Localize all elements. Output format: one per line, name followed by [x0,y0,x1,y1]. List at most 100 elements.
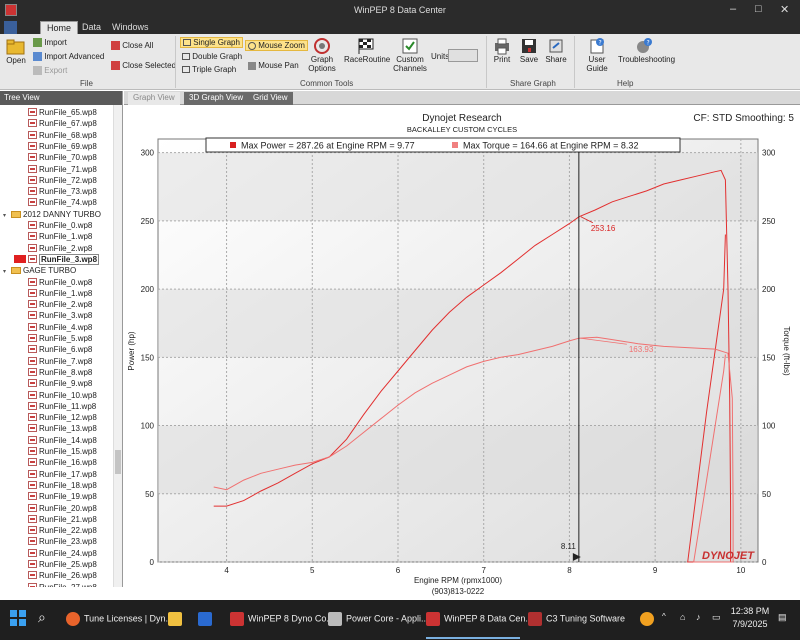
taskbar-item-winpep-dyno[interactable]: WinPEP 8 Dyno Co... [230,612,334,626]
save-button[interactable]: Save [517,37,541,64]
tray-weather-icon[interactable] [640,612,658,626]
custom-channels-button[interactable]: Custom Channels [391,37,429,73]
tray-battery-icon[interactable]: ▭ [712,612,721,623]
tab-grid-view[interactable]: Grid View [248,92,293,105]
user-guide-button[interactable]: ? User Guide [578,37,616,73]
export-button[interactable]: Export [33,66,67,76]
tree-file-item[interactable]: RunFile_6.wp8 [28,345,92,356]
tray-chevron-icon[interactable]: ^ [662,612,666,621]
close-button[interactable]: ✕ [780,3,789,16]
close-selected-button[interactable]: Close Selected [111,61,176,71]
tree-file-item[interactable]: RunFile_2.wp8 [28,300,92,311]
tree-file-item[interactable]: RunFile_67.wp8 [28,119,97,130]
run-file-icon [28,187,37,196]
notification-icon[interactable]: ▤ [778,612,787,623]
import-button[interactable]: Import [33,38,67,48]
tree-file-item[interactable]: RunFile_24.wp8 [28,548,97,560]
tree-file-item[interactable]: RunFile_72.wp8 [28,175,97,187]
tree-file-item[interactable]: RunFile_22.wp8 [28,526,97,537]
tree-scrollbar-thumb[interactable] [115,450,121,474]
taskbar-item-firefox[interactable]: Tune Licenses | Dyn... [66,612,173,626]
tree-file-item[interactable]: RunFile_26.wp8 [28,571,97,582]
tree-file-item[interactable]: RunFile_25.wp8 [28,560,97,571]
tree-file-item[interactable]: RunFile_1.wp8 [28,232,92,243]
tree-file-item[interactable]: RunFile_13.wp8 [28,424,97,435]
tree-file-item[interactable]: RunFile_19.wp8 [28,492,97,503]
single-graph-button[interactable]: Single Graph [180,37,243,48]
tab-graph-view[interactable]: Graph View [128,92,180,105]
tree-file-item[interactable]: RunFile_14.wp8 [28,435,97,447]
tab-home[interactable]: Home [40,21,79,34]
triple-graph-button[interactable]: Triple Graph [182,65,236,74]
tree-file-item[interactable]: RunFile_71.wp8 [28,164,97,176]
import-advanced-button[interactable]: Import Advanced [33,52,104,62]
graph-view[interactable]: Dynojet Research BACKALLEY CUSTOM CYCLES… [124,106,800,596]
tree-file-item[interactable]: RunFile_3.wp8 [28,311,92,322]
double-graph-button[interactable]: Double Graph [182,52,242,61]
tree-item-label: RunFile_22.wp8 [39,526,97,536]
clock[interactable]: 12:38 PM 7/9/2025 [730,606,770,629]
tray-volume-icon[interactable]: ♪ [696,612,701,622]
tree-file-item[interactable]: RunFile_17.wp8 [28,469,97,481]
tree-file-item[interactable]: RunFile_7.wp8 [28,356,92,368]
tree-file-item[interactable]: RunFile_1.wp8 [28,288,92,300]
tree-folder[interactable]: ▾ GAGE TURBO [3,266,76,277]
maximize-button[interactable]: □ [755,3,762,15]
taskbar-item-power-core[interactable]: Power Core - Appli... [328,612,429,626]
tab-3d-graph-view[interactable]: 3D Graph View [184,92,249,105]
tree-file-item[interactable]: RunFile_11.wp8 [28,401,96,413]
tree-file-item[interactable]: RunFile_16.wp8 [28,458,97,469]
tree-folder[interactable]: ▾ 2012 DANNY TURBO [3,210,101,221]
open-button[interactable]: Open [4,38,28,65]
tab-windows[interactable]: Windows [106,21,155,34]
tree-file-item[interactable]: RunFile_15.wp8 [28,447,97,458]
mouse-zoom-button[interactable]: Mouse Zoom [245,40,308,51]
tree-file-item[interactable]: RunFile_65.wp8 [28,108,97,119]
tab-data[interactable]: Data [76,21,107,34]
tree-file-item[interactable]: RunFile_2.wp8 [28,243,92,255]
tree-file-item[interactable]: RunFile_0.wp8 [28,221,92,232]
dyno-chart[interactable]: Dynojet Research BACKALLEY CUSTOM CYCLES… [124,106,800,596]
tree-file-item[interactable]: RunFile_74.wp8 [28,198,97,209]
taskbar-item-winpep-data[interactable]: WinPEP 8 Data Cen... [426,612,533,626]
share-button[interactable]: Share [544,37,568,64]
troubleshooting-button[interactable]: ? Troubleshooting [618,37,675,64]
race-routine-button[interactable]: RaceRoutine [344,37,390,64]
tree-file-item[interactable]: RunFile_73.wp8 [28,187,97,198]
tree-item-label: RunFile_17.wp8 [39,469,97,479]
tree-file-item[interactable]: RunFile_27.wp8 [28,582,97,587]
taskbar-item-c3-tuning[interactable]: C3 Tuning Software [528,612,625,626]
tree-file-item[interactable]: RunFile_10.wp8 [28,390,97,402]
search-icon[interactable]: ⌕ [38,609,46,626]
tree-file-item[interactable]: RunFile_3.wp8 [14,253,100,266]
taskbar-item-app[interactable] [198,612,216,626]
tree-file-item[interactable]: RunFile_9.wp8 [28,379,92,390]
tree-file-item[interactable]: RunFile_18.wp8 [28,480,97,492]
tree-file-item[interactable]: RunFile_20.wp8 [28,503,97,515]
tree-file-item[interactable]: RunFile_0.wp8 [28,277,92,289]
quick-access-icon[interactable] [4,21,17,34]
units-dropdown[interactable] [448,49,478,62]
tree-file-item[interactable]: RunFile_8.wp8 [28,367,92,379]
tree-file-item[interactable]: RunFile_4.wp8 [28,322,92,334]
tree-file-item[interactable]: RunFile_21.wp8 [28,514,97,526]
mouse-pan-button[interactable]: Mouse Pan [248,61,299,70]
svg-text:?: ? [647,40,650,47]
close-all-button[interactable]: Close All [111,41,153,51]
windows-start-icon[interactable] [10,610,26,628]
print-button[interactable]: Print [490,37,514,64]
tree-file-item[interactable]: RunFile_69.wp8 [28,141,97,153]
tree-file-item[interactable]: RunFile_12.wp8 [28,413,97,424]
graph-options-button[interactable]: Graph Options [305,37,339,73]
tree-file-item[interactable]: RunFile_70.wp8 [28,153,97,164]
single-graph-icon [183,39,191,47]
tree-file-item[interactable]: RunFile_68.wp8 [28,130,97,142]
minimize-button[interactable]: – [730,3,736,15]
tree-file-item[interactable]: RunFile_5.wp8 [28,334,92,345]
tree-file-item[interactable]: RunFile_23.wp8 [28,537,97,548]
tray-network-icon[interactable]: ⌂ [680,612,685,622]
expand-chevron-icon[interactable]: ▾ [3,268,11,275]
tree-scrollbar[interactable] [113,105,122,587]
expand-chevron-icon[interactable]: ▾ [3,212,11,219]
taskbar-item-explorer[interactable] [168,612,186,626]
